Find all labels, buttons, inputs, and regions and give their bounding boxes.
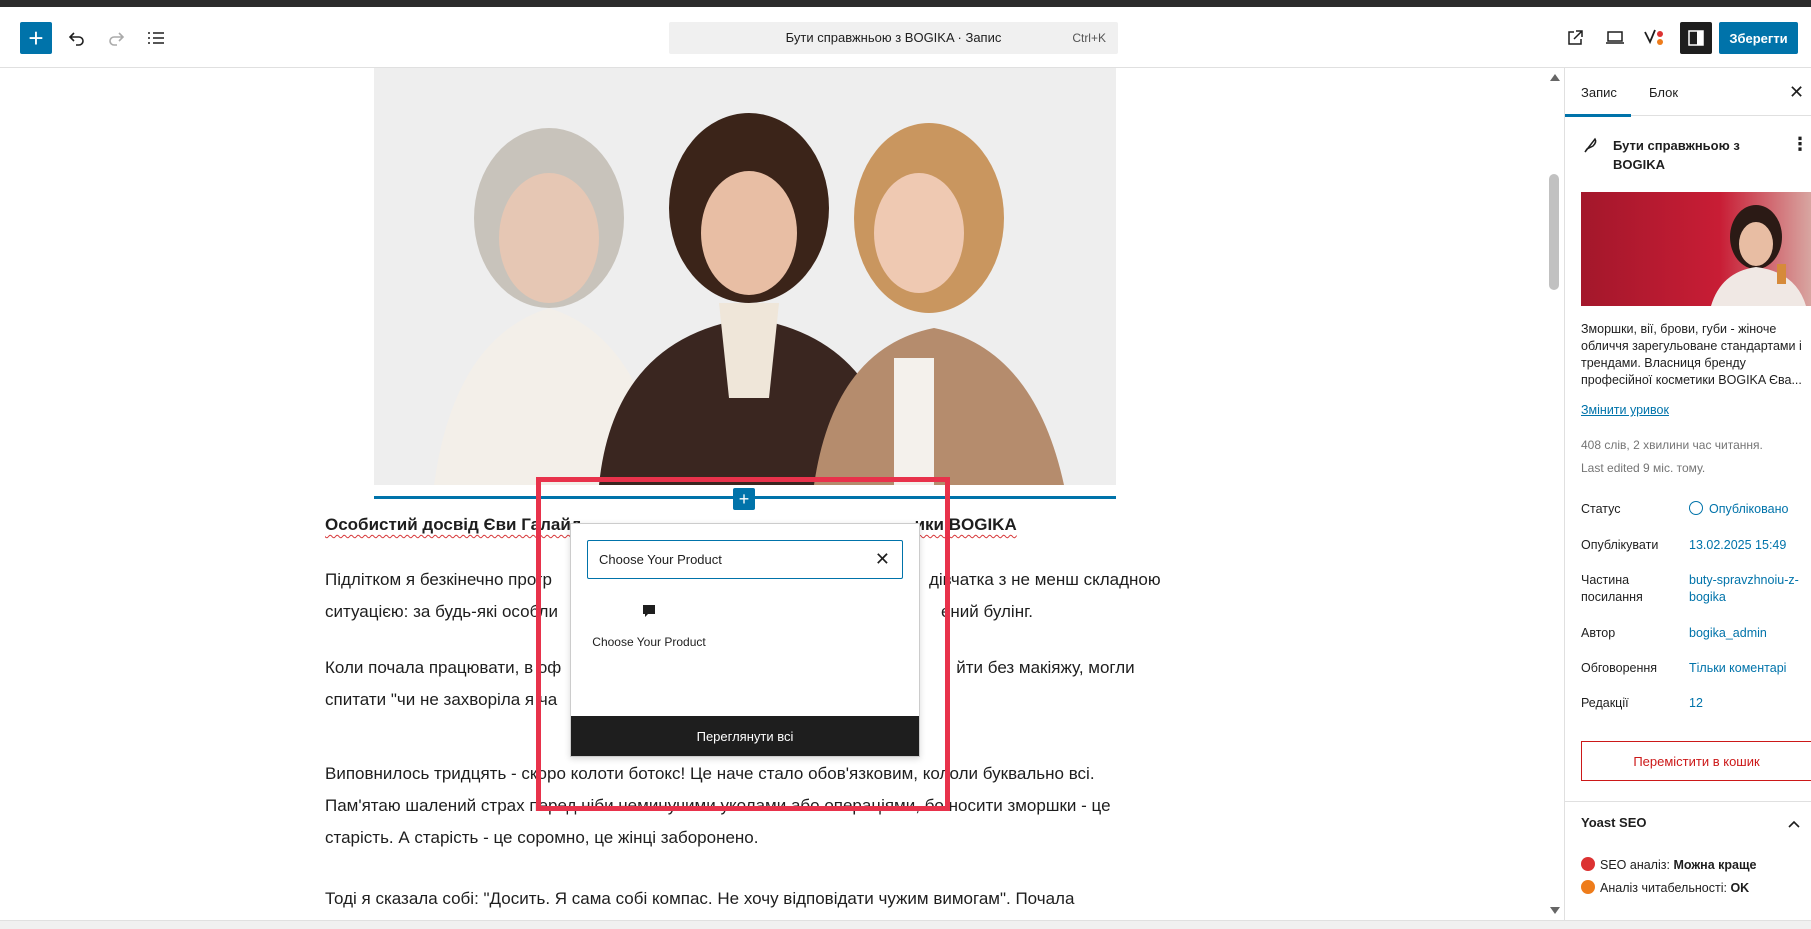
yoast-icon[interactable]	[1640, 24, 1668, 52]
yoast-panel-title[interactable]: Yoast SEO	[1581, 815, 1647, 830]
scroll-thumb[interactable]	[1549, 174, 1559, 290]
p3-line2: Пам'ятаю шалений страх перед ніби немину…	[325, 796, 1111, 815]
readability-row[interactable]: Аналіз читабельності: OK	[1581, 880, 1749, 895]
neutral-face-icon	[1581, 880, 1595, 894]
seo-analysis-row[interactable]: SEO аналіз: Можна краще	[1581, 857, 1757, 872]
bottom-status-bar	[0, 920, 1811, 929]
editor-toolbar: + Бути справжньою з BOGIKA · Запис Ctrl+…	[0, 7, 1811, 68]
p1-line2-right: ений булінг.	[940, 602, 1033, 621]
command-palette-button[interactable]: Бути справжньою з BOGIKA · Запис Ctrl+K	[669, 22, 1118, 54]
block-search-input[interactable]: Choose Your Product ✕	[587, 540, 903, 579]
tab-block[interactable]: Блок	[1649, 68, 1678, 116]
author-label: Автор	[1581, 626, 1616, 640]
readability-label: Аналіз читабельності:	[1600, 881, 1727, 895]
comment-icon	[643, 605, 655, 617]
tab-post[interactable]: Запис	[1565, 68, 1631, 117]
redo-icon[interactable]	[102, 24, 130, 52]
close-icon[interactable]: ✕	[1789, 82, 1804, 103]
p4-line1: Тоді я сказала собі: "Досить. Я сама соб…	[325, 889, 1075, 908]
p1-line2-left: ситуацією: за будь-які особли	[325, 602, 558, 621]
scroll-up-arrow-icon[interactable]	[1550, 74, 1560, 81]
editor-canvas: + Особистий досвід Єви Галайд ики BOGIKA …	[0, 68, 1564, 920]
p2-line1-right: йти без макіяжу, могли	[956, 658, 1135, 677]
chevron-up-icon[interactable]	[1787, 816, 1801, 832]
browse-all-button[interactable]: Переглянути всі	[571, 716, 919, 756]
search-value: Choose Your Product	[599, 552, 722, 567]
p1-line1-right: дівчатка з не менш складною	[928, 570, 1161, 589]
readability-value: OK	[1730, 881, 1750, 895]
paragraph-4[interactable]: Тоді я сказала собі: "Досить. Я сама соб…	[325, 883, 1185, 915]
window-top-strip	[0, 0, 1811, 7]
p2-line2-left: спитати "чи не захворіла я ча	[325, 690, 558, 709]
document-title: Бути справжньою з BOGIKA · Запис	[785, 30, 1002, 45]
featured-image[interactable]	[1581, 192, 1811, 306]
p1-line1-left: Підлітком я безкінечно прогр	[325, 570, 552, 589]
p2-line1-left: Коли почала працювати, в оф	[325, 658, 562, 677]
block-result-label: Choose Your Product	[592, 635, 706, 649]
publish-date-button[interactable]: 13.02.2025 15:49	[1689, 537, 1809, 554]
word-count: 408 слів, 2 хвилини час читання.	[1581, 438, 1763, 452]
heading-left-text: Особистий досвід Єви Галайд	[325, 515, 582, 534]
add-block-button[interactable]: +	[20, 22, 52, 54]
more-options-icon[interactable]: ⋮	[1791, 134, 1809, 155]
hero-image[interactable]	[374, 68, 1116, 485]
shortcut-hint: Ctrl+K	[1072, 31, 1106, 45]
publish-label: Опублікувати	[1581, 538, 1659, 552]
move-to-trash-button[interactable]: Перемістити в кошик	[1581, 741, 1811, 781]
discussion-label: Обговорення	[1581, 661, 1658, 675]
inline-inserter-button[interactable]: +	[733, 488, 755, 510]
seo-value: Можна краще	[1673, 858, 1757, 872]
seo-label: SEO аналіз:	[1600, 858, 1670, 872]
status-label: Статус	[1581, 502, 1621, 516]
discussion-button[interactable]: Тільки коментарі	[1689, 660, 1809, 677]
paragraph-3[interactable]: Виповнилось тридцять - скоро колоти бото…	[325, 758, 1185, 854]
preview-device-icon[interactable]	[1601, 24, 1629, 52]
settings-sidebar: Запис Блок ✕ Бути справжньою з BOGIKA ⋮ …	[1564, 68, 1811, 920]
scroll-down-arrow-icon[interactable]	[1550, 907, 1560, 914]
list-view-icon[interactable]	[142, 24, 170, 52]
close-icon[interactable]: ✕	[875, 549, 890, 570]
edit-excerpt-link[interactable]: Змінити уривок	[1581, 403, 1669, 417]
external-link-icon[interactable]	[1561, 24, 1589, 52]
sad-face-icon	[1581, 857, 1595, 871]
post-title: Бути справжньою з BOGIKA	[1613, 138, 1740, 172]
status-value[interactable]: Опубліковано	[1689, 501, 1809, 518]
settings-sidebar-toggle[interactable]	[1680, 22, 1712, 54]
check-circle-icon	[1689, 501, 1703, 515]
panel-divider	[1565, 801, 1811, 802]
heading-right-text: ики BOGIKA	[914, 515, 1017, 534]
quick-inserter-popover: Choose Your Product ✕ Choose Your Produc…	[570, 523, 920, 757]
post-feather-icon	[1584, 137, 1597, 153]
author-button[interactable]: bogika_admin	[1689, 625, 1809, 642]
last-edited: Last edited 9 міс. тому.	[1581, 461, 1706, 475]
revisions-label: Редакції	[1581, 696, 1629, 710]
save-button[interactable]: Зберегти	[1719, 22, 1798, 54]
slug-button[interactable]: buty-spravzhnoiu-z-bogika	[1689, 572, 1809, 606]
post-excerpt: Зморшки, вії, брови, губи - жіноче облич…	[1581, 322, 1802, 387]
sidebar-tabs: Запис Блок ✕	[1565, 68, 1811, 117]
undo-icon[interactable]	[63, 24, 91, 52]
p3-line1: Виповнилось тридцять - скоро колоти бото…	[325, 764, 1095, 783]
p3-line3: старість. А старість - це соромно, це жі…	[325, 828, 759, 847]
status-text: Опубліковано	[1709, 502, 1789, 516]
canvas-scrollbar[interactable]	[1544, 68, 1564, 920]
revisions-button[interactable]: 12	[1689, 695, 1809, 712]
block-result-choose-product[interactable]: Choose Your Product	[589, 602, 709, 682]
slug-label: Частина посилання	[1581, 573, 1643, 604]
